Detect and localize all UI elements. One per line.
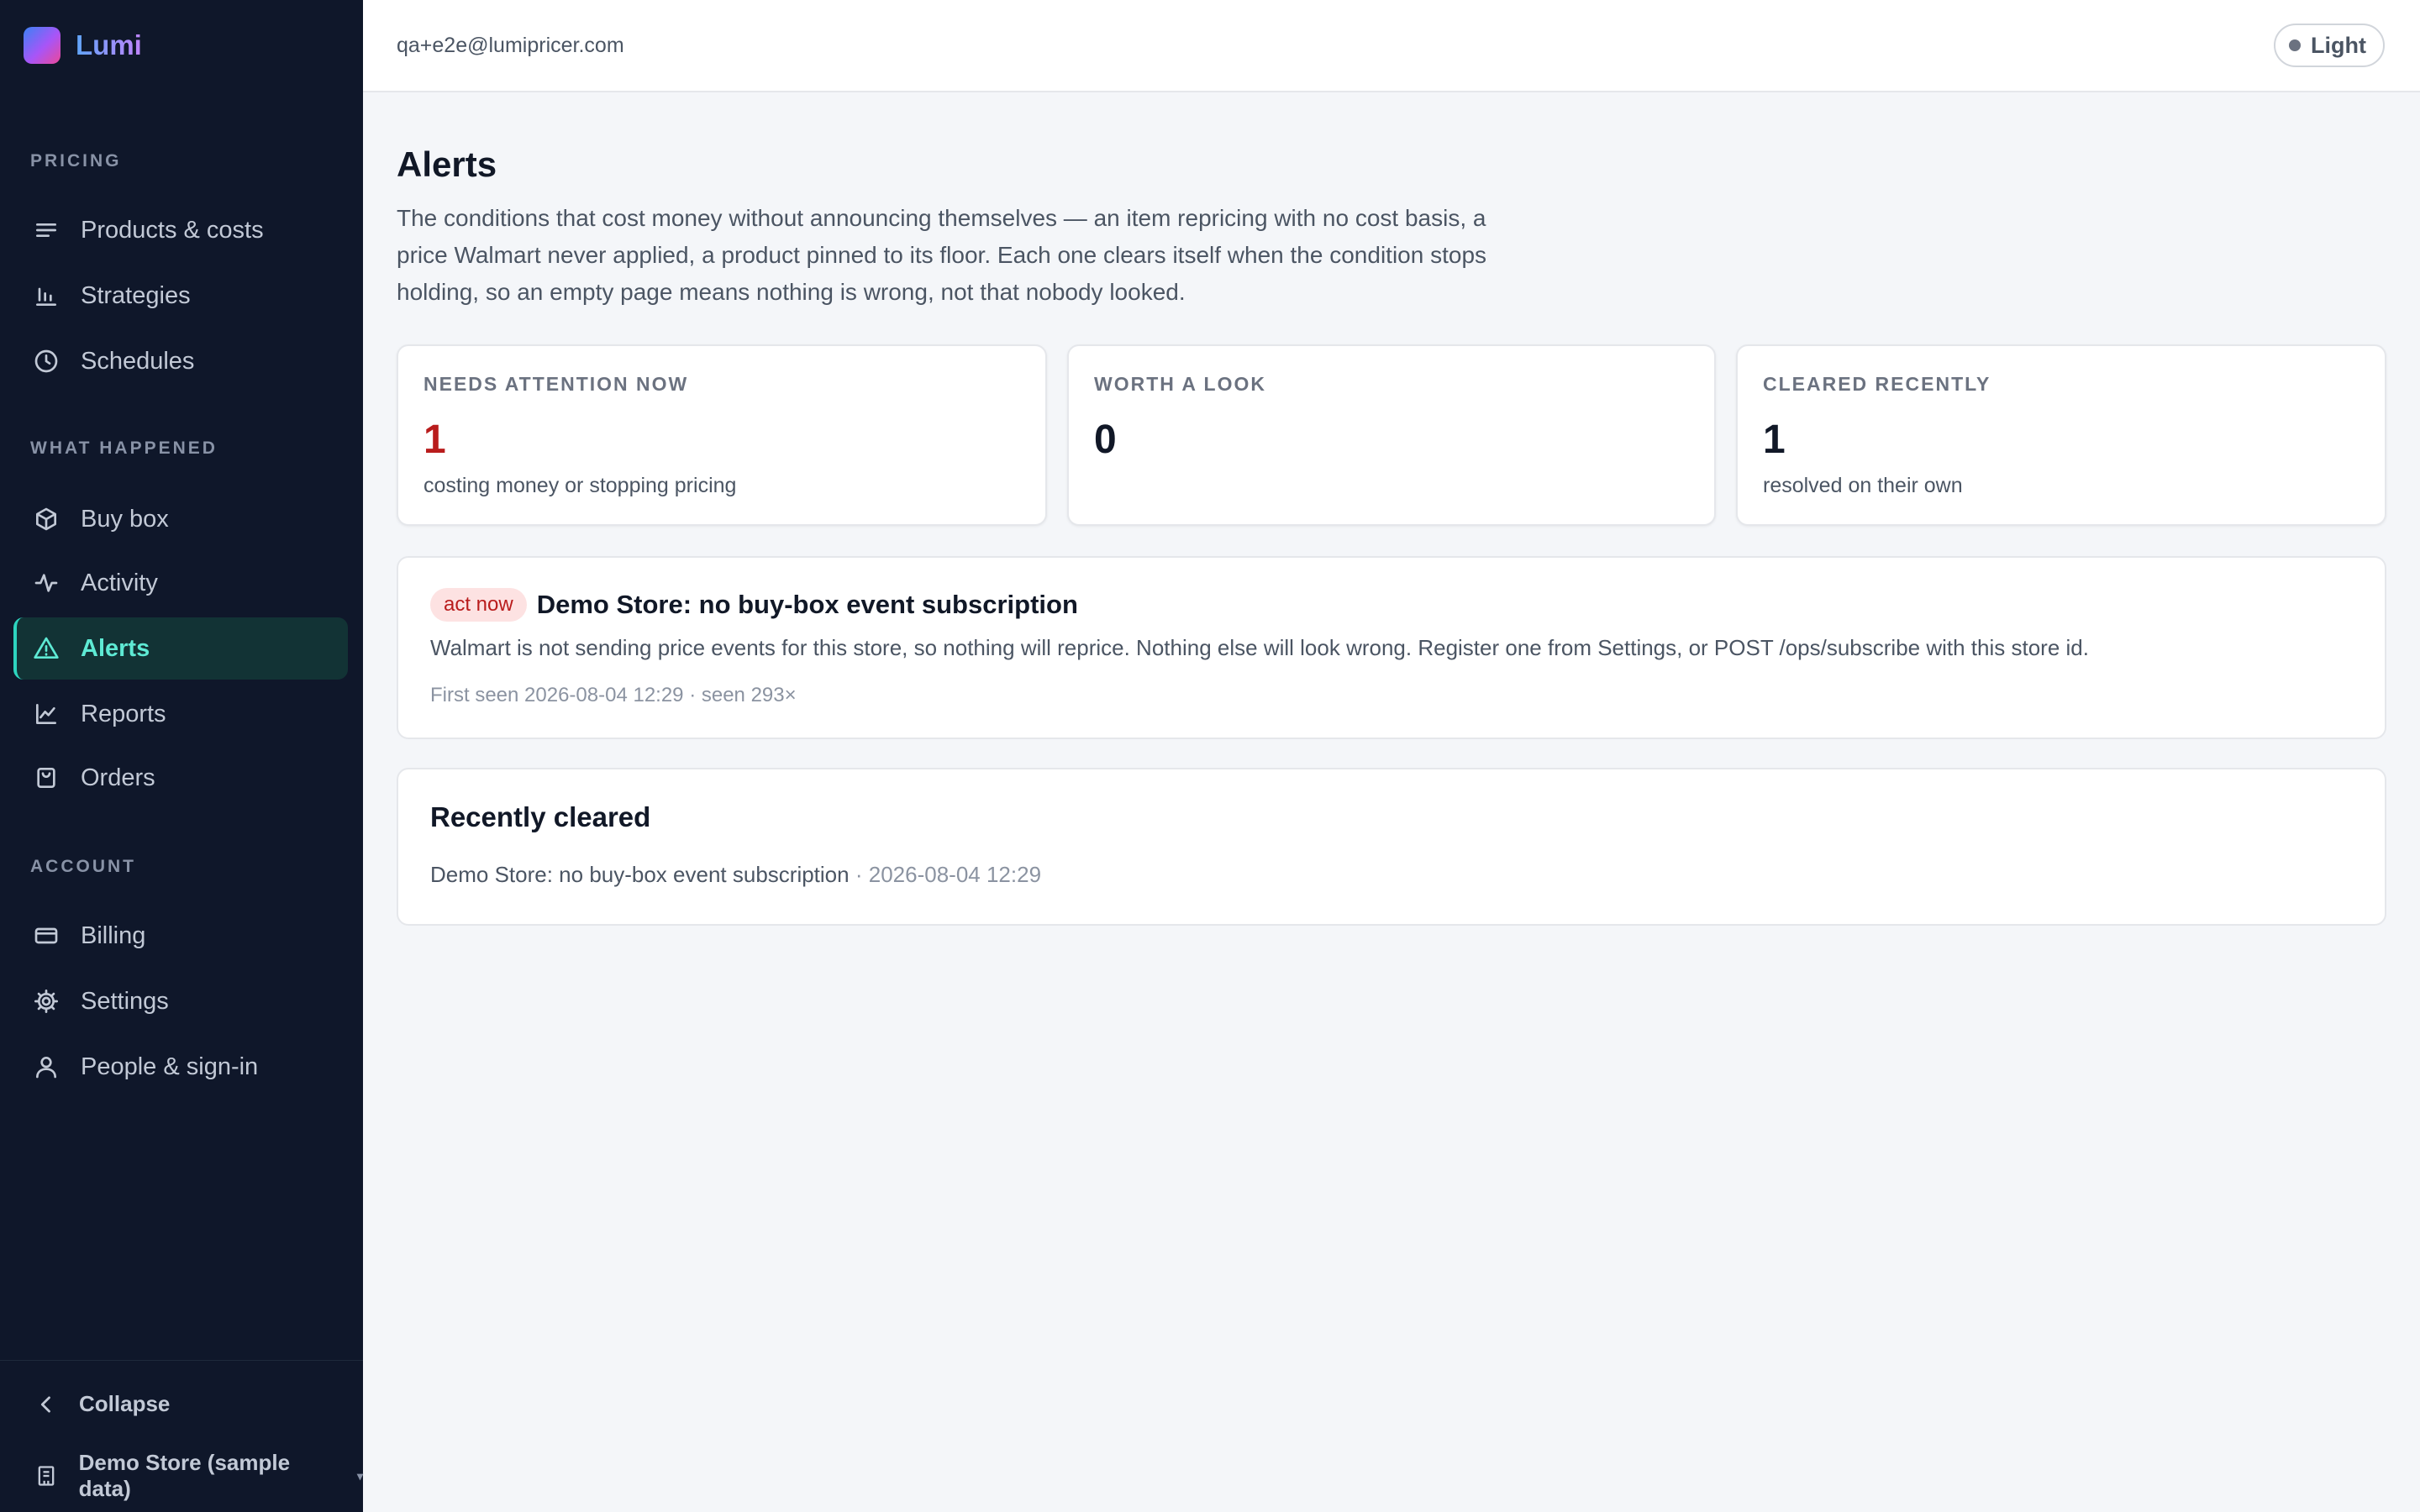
caret-down-icon: ▾ bbox=[356, 1468, 363, 1483]
recently-cleared-title: Recently cleared bbox=[430, 801, 651, 832]
credit-card-icon bbox=[32, 921, 60, 950]
brand[interactable]: Lumi bbox=[24, 27, 142, 64]
alert-body: Walmart is not sending price events for … bbox=[430, 635, 2089, 660]
stat-label: WORTH A LOOK bbox=[1094, 373, 1266, 395]
lumi-logo-icon bbox=[24, 27, 60, 64]
stat-subtext: costing money or stopping pricing bbox=[424, 474, 737, 497]
store-name: Demo Store (sample data) bbox=[78, 1450, 291, 1501]
pulse-icon bbox=[32, 569, 60, 597]
cleared-item-separator: · bbox=[855, 862, 863, 887]
section-label-pricing: PRICING bbox=[30, 151, 122, 171]
warning-icon bbox=[32, 634, 60, 663]
sidebar-item-label: Buy box bbox=[81, 505, 169, 533]
sidebar-item-settings[interactable]: Settings bbox=[13, 970, 348, 1032]
shopping-bag-icon bbox=[32, 764, 60, 792]
stat-card-worth-a-look: WORTH A LOOK 0 bbox=[1067, 344, 1716, 526]
alert-header: act now Demo Store: no buy-box event sub… bbox=[430, 588, 1078, 622]
stat-card-cleared-recently: CLEARED RECENTLY 1 resolved on their own bbox=[1736, 344, 2386, 526]
stat-label: CLEARED RECENTLY bbox=[1763, 373, 1991, 395]
collapse-button[interactable]: Collapse bbox=[32, 1391, 170, 1417]
list-icon bbox=[32, 216, 60, 244]
theme-dot-icon bbox=[2289, 39, 2302, 51]
sidebar-item-label: Billing bbox=[81, 921, 146, 949]
gear-icon bbox=[32, 987, 60, 1016]
stat-label: NEEDS ATTENTION NOW bbox=[424, 373, 689, 395]
sidebar-item-orders[interactable]: Orders bbox=[13, 747, 348, 809]
sidebar-item-label: Strategies bbox=[81, 281, 191, 309]
severity-badge: act now bbox=[430, 588, 527, 622]
stat-value: 1 bbox=[424, 417, 446, 462]
sidebar-item-activity[interactable]: Activity bbox=[13, 552, 348, 614]
sidebar-item-strategies[interactable]: Strategies bbox=[13, 265, 348, 327]
sidebar-item-label: Alerts bbox=[81, 634, 150, 662]
sidebar-item-label: People & sign-in bbox=[81, 1053, 259, 1080]
box-icon bbox=[32, 505, 60, 533]
sidebar-item-products-costs[interactable]: Products & costs bbox=[13, 199, 348, 261]
sidebar-item-schedules[interactable]: Schedules bbox=[13, 330, 348, 392]
stat-value: 1 bbox=[1763, 417, 1786, 462]
user-email: qa+e2e@lumipricer.com bbox=[397, 34, 624, 57]
collapse-label: Collapse bbox=[79, 1391, 171, 1416]
line-chart-icon bbox=[32, 700, 60, 728]
sidebar-item-label: Reports bbox=[81, 700, 166, 727]
sidebar-item-label: Settings bbox=[81, 987, 169, 1015]
stat-card-needs-attention: NEEDS ATTENTION NOW 1 costing money or s… bbox=[397, 344, 1047, 526]
page-description: The conditions that cost money without a… bbox=[397, 205, 1487, 305]
section-label-account: ACCOUNT bbox=[30, 857, 136, 876]
stat-value: 0 bbox=[1094, 417, 1117, 462]
cleared-item-text: Demo Store: no buy-box event subscriptio… bbox=[430, 862, 850, 887]
sidebar-item-buy-box[interactable]: Buy box bbox=[13, 488, 348, 550]
sidebar-item-alerts[interactable]: Alerts bbox=[13, 617, 348, 680]
sidebar-item-label: Activity bbox=[81, 569, 158, 596]
app-name: Lumi bbox=[76, 29, 142, 60]
alert-card[interactable]: act now Demo Store: no buy-box event sub… bbox=[397, 556, 2386, 739]
sidebar-item-billing[interactable]: Billing bbox=[13, 905, 348, 967]
top-bar: qa+e2e@lumipricer.com Light bbox=[363, 0, 2420, 92]
sidebar-footer: Collapse Demo Store (sample data) ▾ bbox=[0, 1360, 363, 1512]
recently-cleared-card: Recently cleared Demo Store: no buy-box … bbox=[397, 768, 2386, 926]
clock-icon bbox=[32, 347, 60, 375]
cleared-item: Demo Store: no buy-box event subscriptio… bbox=[430, 862, 1041, 888]
theme-label: Light bbox=[2311, 32, 2366, 58]
alert-meta: First seen 2026-08-04 12:29 · seen 293× bbox=[430, 684, 797, 706]
sidebar-item-label: Products & costs bbox=[81, 216, 264, 244]
sidebar-item-people-sign-in[interactable]: People & sign-in bbox=[13, 1036, 348, 1098]
sidebar-item-label: Orders bbox=[81, 764, 155, 791]
section-label-what-happened: WHAT HAPPENED bbox=[30, 438, 218, 458]
page-title: Alerts bbox=[397, 144, 497, 184]
user-icon bbox=[32, 1053, 60, 1081]
chevron-left-icon bbox=[32, 1393, 60, 1416]
sidebar: Lumi PRICING Products & costs Strategies… bbox=[0, 0, 363, 1512]
store-switcher[interactable]: Demo Store (sample data) ▾ bbox=[32, 1450, 363, 1502]
stat-subtext: resolved on their own bbox=[1763, 474, 1963, 497]
alert-title: Demo Store: no buy-box event subscriptio… bbox=[536, 590, 1078, 619]
bar-chart-icon bbox=[32, 281, 60, 310]
theme-toggle-button[interactable]: Light bbox=[2274, 24, 2385, 67]
sidebar-item-reports[interactable]: Reports bbox=[13, 683, 348, 745]
sidebar-item-label: Schedules bbox=[81, 347, 195, 375]
building-icon bbox=[32, 1464, 60, 1488]
cleared-item-timestamp: 2026-08-04 12:29 bbox=[868, 862, 1042, 887]
